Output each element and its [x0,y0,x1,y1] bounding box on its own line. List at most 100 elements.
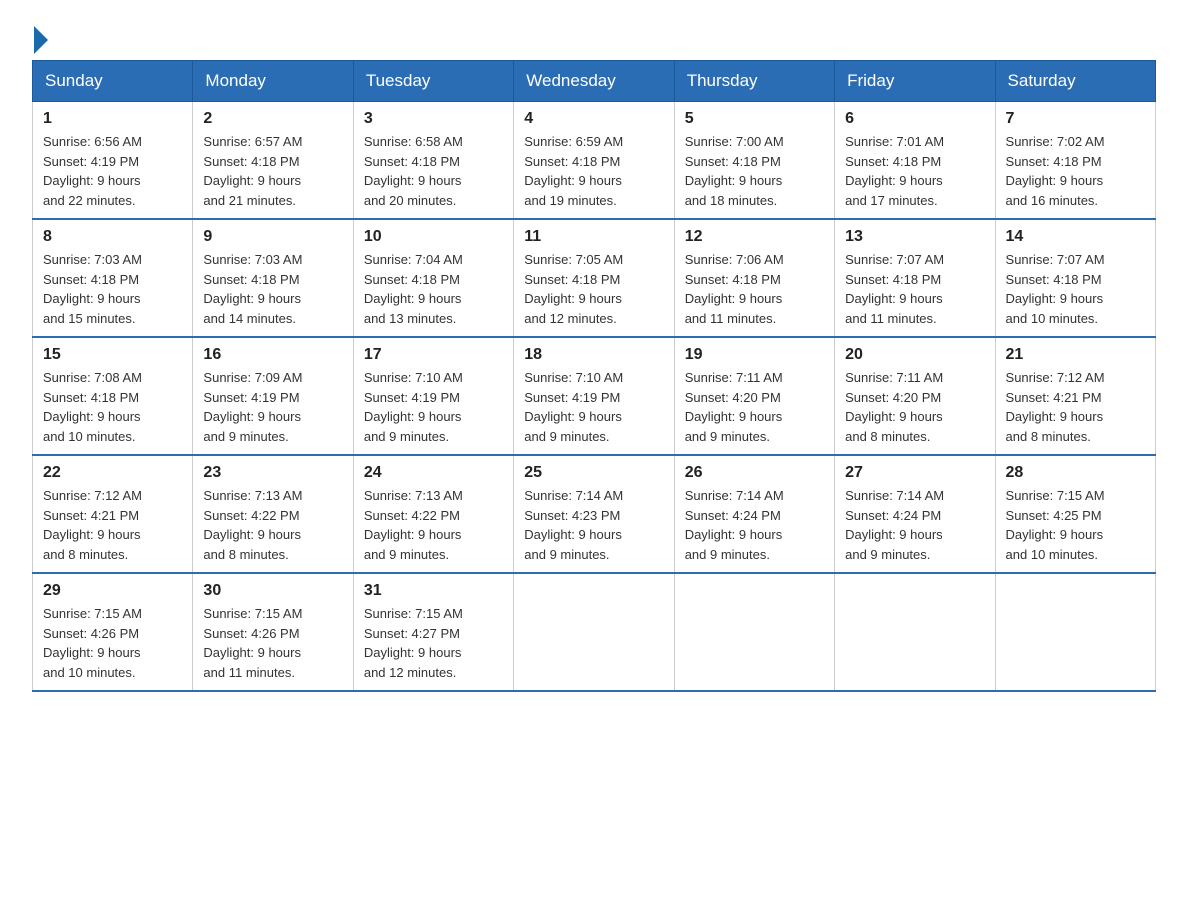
day-info: Sunrise: 7:00 AM Sunset: 4:18 PM Dayligh… [685,132,824,210]
day-info: Sunrise: 6:56 AM Sunset: 4:19 PM Dayligh… [43,132,182,210]
day-info: Sunrise: 7:10 AM Sunset: 4:19 PM Dayligh… [524,368,663,446]
calendar-cell [514,573,674,691]
day-number: 26 [685,464,824,482]
day-info: Sunrise: 7:03 AM Sunset: 4:18 PM Dayligh… [203,250,342,328]
day-number: 12 [685,228,824,246]
calendar-cell: 14 Sunrise: 7:07 AM Sunset: 4:18 PM Dayl… [995,219,1155,337]
day-number: 31 [364,582,503,600]
calendar-header-row: SundayMondayTuesdayWednesdayThursdayFrid… [33,61,1156,102]
day-number: 9 [203,228,342,246]
weekday-header-monday: Monday [193,61,353,102]
calendar-cell: 18 Sunrise: 7:10 AM Sunset: 4:19 PM Dayl… [514,337,674,455]
day-number: 27 [845,464,984,482]
calendar-cell: 7 Sunrise: 7:02 AM Sunset: 4:18 PM Dayli… [995,102,1155,220]
day-number: 23 [203,464,342,482]
day-number: 5 [685,110,824,128]
calendar-week-row: 1 Sunrise: 6:56 AM Sunset: 4:19 PM Dayli… [33,102,1156,220]
weekday-header-friday: Friday [835,61,995,102]
day-number: 7 [1006,110,1145,128]
calendar-week-row: 22 Sunrise: 7:12 AM Sunset: 4:21 PM Dayl… [33,455,1156,573]
calendar-cell: 19 Sunrise: 7:11 AM Sunset: 4:20 PM Dayl… [674,337,834,455]
day-info: Sunrise: 7:05 AM Sunset: 4:18 PM Dayligh… [524,250,663,328]
calendar-week-row: 8 Sunrise: 7:03 AM Sunset: 4:18 PM Dayli… [33,219,1156,337]
calendar-cell: 21 Sunrise: 7:12 AM Sunset: 4:21 PM Dayl… [995,337,1155,455]
weekday-header-saturday: Saturday [995,61,1155,102]
logo-arrow-icon [34,26,48,54]
day-number: 10 [364,228,503,246]
weekday-header-thursday: Thursday [674,61,834,102]
day-number: 20 [845,346,984,364]
day-info: Sunrise: 7:04 AM Sunset: 4:18 PM Dayligh… [364,250,503,328]
day-number: 8 [43,228,182,246]
day-info: Sunrise: 7:14 AM Sunset: 4:24 PM Dayligh… [685,486,824,564]
calendar-cell: 11 Sunrise: 7:05 AM Sunset: 4:18 PM Dayl… [514,219,674,337]
calendar-cell: 24 Sunrise: 7:13 AM Sunset: 4:22 PM Dayl… [353,455,513,573]
day-info: Sunrise: 7:12 AM Sunset: 4:21 PM Dayligh… [43,486,182,564]
day-info: Sunrise: 7:14 AM Sunset: 4:23 PM Dayligh… [524,486,663,564]
day-info: Sunrise: 6:59 AM Sunset: 4:18 PM Dayligh… [524,132,663,210]
calendar-cell [995,573,1155,691]
day-number: 15 [43,346,182,364]
calendar-cell: 5 Sunrise: 7:00 AM Sunset: 4:18 PM Dayli… [674,102,834,220]
calendar-cell: 20 Sunrise: 7:11 AM Sunset: 4:20 PM Dayl… [835,337,995,455]
calendar-cell: 8 Sunrise: 7:03 AM Sunset: 4:18 PM Dayli… [33,219,193,337]
calendar-cell: 22 Sunrise: 7:12 AM Sunset: 4:21 PM Dayl… [33,455,193,573]
day-number: 28 [1006,464,1145,482]
calendar-cell: 1 Sunrise: 6:56 AM Sunset: 4:19 PM Dayli… [33,102,193,220]
calendar-week-row: 15 Sunrise: 7:08 AM Sunset: 4:18 PM Dayl… [33,337,1156,455]
calendar-cell: 2 Sunrise: 6:57 AM Sunset: 4:18 PM Dayli… [193,102,353,220]
calendar-cell: 28 Sunrise: 7:15 AM Sunset: 4:25 PM Dayl… [995,455,1155,573]
day-info: Sunrise: 7:11 AM Sunset: 4:20 PM Dayligh… [845,368,984,446]
day-info: Sunrise: 6:58 AM Sunset: 4:18 PM Dayligh… [364,132,503,210]
day-info: Sunrise: 7:12 AM Sunset: 4:21 PM Dayligh… [1006,368,1145,446]
page-header [32,24,1156,50]
day-info: Sunrise: 6:57 AM Sunset: 4:18 PM Dayligh… [203,132,342,210]
day-info: Sunrise: 7:15 AM Sunset: 4:25 PM Dayligh… [1006,486,1145,564]
day-info: Sunrise: 7:14 AM Sunset: 4:24 PM Dayligh… [845,486,984,564]
day-info: Sunrise: 7:11 AM Sunset: 4:20 PM Dayligh… [685,368,824,446]
calendar-cell: 26 Sunrise: 7:14 AM Sunset: 4:24 PM Dayl… [674,455,834,573]
calendar-table: SundayMondayTuesdayWednesdayThursdayFrid… [32,60,1156,692]
day-number: 3 [364,110,503,128]
calendar-cell: 12 Sunrise: 7:06 AM Sunset: 4:18 PM Dayl… [674,219,834,337]
day-info: Sunrise: 7:15 AM Sunset: 4:26 PM Dayligh… [203,604,342,682]
day-number: 22 [43,464,182,482]
day-number: 1 [43,110,182,128]
day-info: Sunrise: 7:03 AM Sunset: 4:18 PM Dayligh… [43,250,182,328]
day-number: 30 [203,582,342,600]
calendar-cell: 27 Sunrise: 7:14 AM Sunset: 4:24 PM Dayl… [835,455,995,573]
day-info: Sunrise: 7:10 AM Sunset: 4:19 PM Dayligh… [364,368,503,446]
day-number: 24 [364,464,503,482]
day-number: 25 [524,464,663,482]
day-number: 2 [203,110,342,128]
day-info: Sunrise: 7:15 AM Sunset: 4:26 PM Dayligh… [43,604,182,682]
day-info: Sunrise: 7:13 AM Sunset: 4:22 PM Dayligh… [364,486,503,564]
day-info: Sunrise: 7:08 AM Sunset: 4:18 PM Dayligh… [43,368,182,446]
calendar-cell: 3 Sunrise: 6:58 AM Sunset: 4:18 PM Dayli… [353,102,513,220]
day-info: Sunrise: 7:02 AM Sunset: 4:18 PM Dayligh… [1006,132,1145,210]
calendar-week-row: 29 Sunrise: 7:15 AM Sunset: 4:26 PM Dayl… [33,573,1156,691]
day-number: 19 [685,346,824,364]
calendar-cell: 15 Sunrise: 7:08 AM Sunset: 4:18 PM Dayl… [33,337,193,455]
calendar-cell: 23 Sunrise: 7:13 AM Sunset: 4:22 PM Dayl… [193,455,353,573]
calendar-cell: 16 Sunrise: 7:09 AM Sunset: 4:19 PM Dayl… [193,337,353,455]
calendar-cell: 17 Sunrise: 7:10 AM Sunset: 4:19 PM Dayl… [353,337,513,455]
calendar-cell: 9 Sunrise: 7:03 AM Sunset: 4:18 PM Dayli… [193,219,353,337]
day-number: 14 [1006,228,1145,246]
day-info: Sunrise: 7:01 AM Sunset: 4:18 PM Dayligh… [845,132,984,210]
day-number: 4 [524,110,663,128]
calendar-cell [835,573,995,691]
day-number: 18 [524,346,663,364]
weekday-header-tuesday: Tuesday [353,61,513,102]
day-info: Sunrise: 7:07 AM Sunset: 4:18 PM Dayligh… [845,250,984,328]
logo [32,24,48,50]
calendar-cell: 31 Sunrise: 7:15 AM Sunset: 4:27 PM Dayl… [353,573,513,691]
calendar-cell [674,573,834,691]
day-number: 16 [203,346,342,364]
day-number: 17 [364,346,503,364]
day-info: Sunrise: 7:07 AM Sunset: 4:18 PM Dayligh… [1006,250,1145,328]
day-info: Sunrise: 7:13 AM Sunset: 4:22 PM Dayligh… [203,486,342,564]
day-info: Sunrise: 7:15 AM Sunset: 4:27 PM Dayligh… [364,604,503,682]
day-number: 13 [845,228,984,246]
calendar-cell: 10 Sunrise: 7:04 AM Sunset: 4:18 PM Dayl… [353,219,513,337]
